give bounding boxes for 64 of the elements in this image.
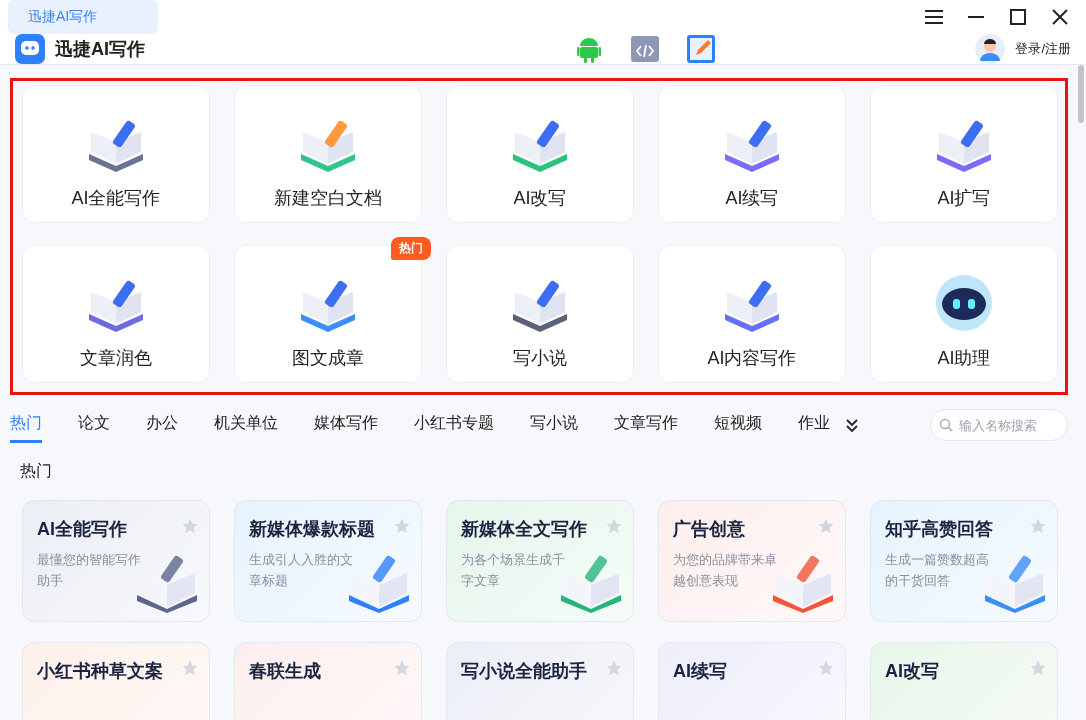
star-icon[interactable] <box>393 517 411 535</box>
search-icon <box>939 418 953 432</box>
tool-card[interactable]: AI续写 <box>658 85 846 223</box>
template-title: 新媒体爆款标题 <box>249 518 375 541</box>
menu-icon[interactable] <box>924 7 944 27</box>
category-tab[interactable]: 论文 <box>78 407 110 443</box>
star-icon[interactable] <box>181 659 199 677</box>
template-title: 知乎高赞回答 <box>885 518 993 541</box>
category-tab[interactable]: 文章写作 <box>614 407 678 443</box>
star-icon[interactable] <box>1029 517 1047 535</box>
template-description: 为各个场景生成千字文章 <box>461 551 566 590</box>
tool-card[interactable]: AI内容写作 <box>658 245 846 383</box>
template-card[interactable]: 新媒体全文写作 为各个场景生成千字文章 <box>446 500 634 622</box>
template-card[interactable]: 写小说全能助手 <box>446 642 634 720</box>
tool-card[interactable]: AI全能写作 <box>22 85 210 223</box>
template-card[interactable]: 小红书种草文案 <box>22 642 210 720</box>
star-icon[interactable] <box>817 659 835 677</box>
tool-card[interactable]: AI扩写 <box>870 85 1058 223</box>
template-card[interactable]: AI改写 <box>870 642 1058 720</box>
tool-card[interactable]: AI改写 <box>446 85 634 223</box>
template-description: 生成引人入胜的文章标题 <box>249 551 354 590</box>
star-icon[interactable] <box>393 659 411 677</box>
template-title: AI改写 <box>885 660 939 683</box>
template-title: 新媒体全文写作 <box>461 518 587 541</box>
star-icon[interactable] <box>605 659 623 677</box>
close-icon[interactable] <box>1050 7 1070 27</box>
template-card[interactable]: AI续写 <box>658 642 846 720</box>
category-tab[interactable]: 作业 <box>798 407 830 443</box>
category-tab[interactable]: 热门 <box>10 407 42 443</box>
tool-card[interactable]: 文章润色 <box>22 245 210 383</box>
template-card[interactable]: 春联生成 <box>234 642 422 720</box>
category-tab[interactable]: 写小说 <box>530 407 578 443</box>
star-icon[interactable] <box>817 517 835 535</box>
template-title: 广告创意 <box>673 518 745 541</box>
template-title: 小红书种草文案 <box>37 660 163 683</box>
category-tab[interactable]: 小红书专题 <box>414 407 494 443</box>
edit-document-icon[interactable] <box>686 34 717 64</box>
code-window-icon[interactable] <box>630 34 661 64</box>
tool-card[interactable]: 新建空白文档 <box>234 85 422 223</box>
section-title: 热门 <box>20 461 53 481</box>
scrollbar[interactable] <box>1078 65 1084 123</box>
category-tab[interactable]: 机关单位 <box>214 407 278 443</box>
category-tab[interactable]: 媒体写作 <box>314 407 378 443</box>
star-icon[interactable] <box>605 517 623 535</box>
maximize-icon[interactable] <box>1008 7 1028 27</box>
tool-card[interactable]: AI助理 <box>870 245 1058 383</box>
template-title: 春联生成 <box>249 660 321 683</box>
category-tab[interactable]: 办公 <box>146 407 178 443</box>
template-title: 写小说全能助手 <box>461 660 587 683</box>
template-description: 最懂您的智能写作助手 <box>37 551 142 590</box>
template-card[interactable]: AI全能写作 最懂您的智能写作助手 <box>22 500 210 622</box>
star-icon[interactable] <box>1029 659 1047 677</box>
template-card[interactable]: 广告创意 为您的品牌带来卓越创意表现 <box>658 500 846 622</box>
template-card[interactable]: 新媒体爆款标题 生成引人入胜的文章标题 <box>234 500 422 622</box>
template-title: AI续写 <box>673 660 727 683</box>
login-button[interactable]: 登录/注册 <box>975 34 1071 64</box>
app-name: 迅捷AI写作 <box>55 38 145 61</box>
tool-card[interactable]: 写小说 <box>446 245 634 383</box>
template-title: AI全能写作 <box>37 518 127 541</box>
template-description: 为您的品牌带来卓越创意表现 <box>673 551 778 590</box>
star-icon[interactable] <box>181 517 199 535</box>
category-tab[interactable]: 短视频 <box>714 407 762 443</box>
search-field[interactable]: 输入名称搜索 <box>930 409 1068 441</box>
hot-badge: 热门 <box>391 237 431 260</box>
